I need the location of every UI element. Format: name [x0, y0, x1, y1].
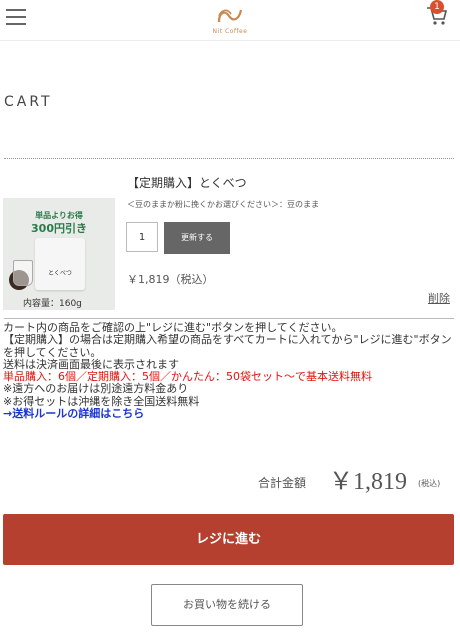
- shipping-rules-link[interactable]: →送料ルールの詳細はこちら: [3, 407, 455, 420]
- continue-shopping-button[interactable]: お買い物を続ける: [151, 584, 303, 626]
- image-promo-line2: 300円引き: [31, 222, 87, 235]
- coffee-bag-graphic: とくべつ: [35, 238, 85, 290]
- divider: [4, 158, 454, 159]
- hamburger-icon[interactable]: [6, 9, 26, 25]
- product-price: ￥1,819（税込）: [127, 273, 214, 286]
- total-tax-note: (税込): [418, 479, 441, 488]
- image-content-amount: 内容量：160g: [23, 299, 82, 309]
- cart-notes: カート内の商品をご確認の上"レジに進む"ボタンを押してください。 【定期購入】の…: [3, 321, 455, 420]
- checkout-button[interactable]: レジに進む: [3, 514, 454, 565]
- note-line: 【定期購入】の場合は定期購入希望の商品をすべてカートに入れてから"レジに進む"ボ…: [3, 333, 452, 359]
- site-header: Nit Coffee 1: [0, 0, 460, 41]
- logo[interactable]: Nit Coffee: [208, 6, 252, 36]
- logo-icon: [217, 9, 243, 23]
- product-name[interactable]: 【定期購入】とくべつ: [127, 174, 247, 191]
- update-button[interactable]: 更新する: [164, 222, 230, 254]
- delete-link[interactable]: 削除: [428, 290, 450, 306]
- note-line: ※遠方へのお届けは別途遠方料金あり: [3, 382, 189, 396]
- page-title: CART: [4, 94, 53, 110]
- divider: [4, 318, 454, 319]
- quantity-input[interactable]: [126, 222, 158, 252]
- logo-text: Nit Coffee: [212, 28, 248, 35]
- product-option: ＜豆のままか粉に挽くかお選びください＞：豆のまま: [127, 200, 319, 209]
- product-image[interactable]: 単品よりお得 300円引き とくべつ 内容量：160g: [3, 198, 115, 310]
- total-amount: ￥1,819: [329, 469, 407, 495]
- glass-cup-graphic: [13, 260, 33, 286]
- bag-label: とくべつ: [48, 270, 72, 277]
- total-label: 合計金額: [258, 476, 307, 490]
- cart-count-badge: 1: [430, 0, 444, 14]
